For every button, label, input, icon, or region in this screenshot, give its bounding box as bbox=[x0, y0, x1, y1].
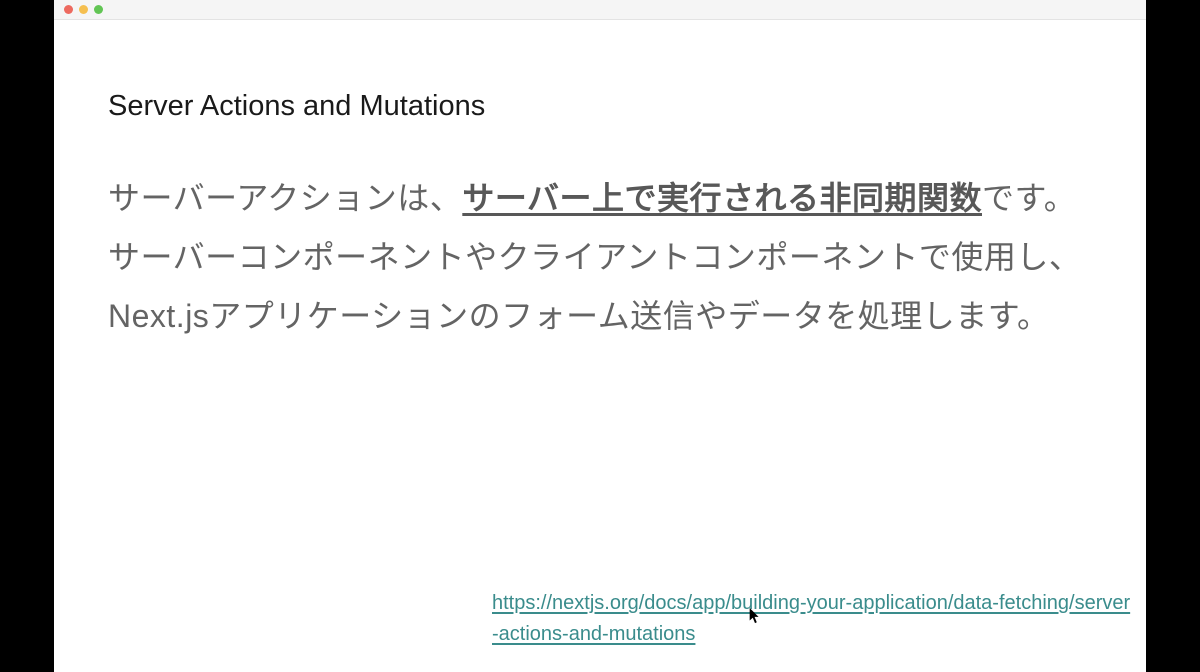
window-zoom-button[interactable] bbox=[94, 5, 103, 14]
slide-title: Server Actions and Mutations bbox=[108, 90, 1092, 123]
body-text-emphasis: サーバー上で実行される非同期関数 bbox=[462, 180, 982, 216]
window-minimize-button[interactable] bbox=[79, 5, 88, 14]
window-close-button[interactable] bbox=[64, 5, 73, 14]
slide-content: Server Actions and Mutations サーバーアクションは、… bbox=[54, 20, 1146, 672]
window-titlebar bbox=[54, 0, 1146, 20]
app-window: Server Actions and Mutations サーバーアクションは、… bbox=[54, 0, 1146, 672]
slide-body: サーバーアクションは、サーバー上で実行される非同期関数です。サーバーコンポーネン… bbox=[108, 169, 1092, 346]
reference-link[interactable]: https://nextjs.org/docs/app/building-you… bbox=[492, 588, 1132, 650]
body-text-pre: サーバーアクションは、 bbox=[108, 180, 462, 216]
